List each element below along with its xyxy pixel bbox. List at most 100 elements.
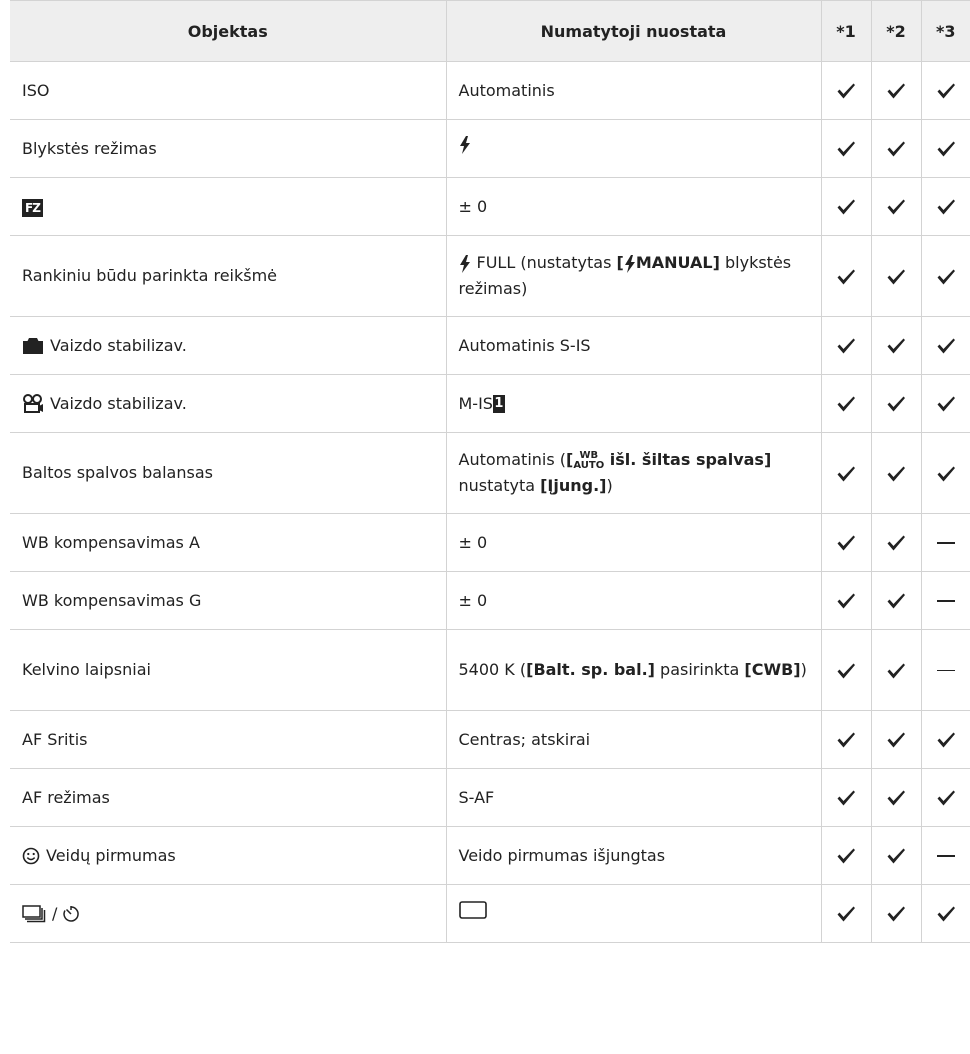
mark-cell — [820, 61, 871, 120]
item-cell: Kelvino laipsniai — [10, 629, 446, 711]
mark-cell — [920, 710, 970, 769]
mark-cell — [870, 826, 921, 885]
item-cell: Baltos spalvos balansas — [10, 432, 446, 514]
mark-cell — [820, 119, 871, 178]
check-icon — [837, 848, 855, 864]
default-bold: [Įjung.] — [540, 476, 607, 495]
check-icon — [837, 732, 855, 748]
header-col2: *2 — [870, 0, 921, 62]
flash-icon — [459, 135, 470, 154]
default-bold: MANUAL] — [635, 253, 720, 272]
single-frame-icon — [458, 900, 487, 919]
default-cell: M-IS1 — [445, 374, 821, 433]
default-text: Automatinis ( — [458, 450, 567, 469]
table-row: FZ ± 0 — [10, 177, 970, 236]
default-cell: Automatinis ([WB AUTO išl. šiltas spalvas… — [445, 432, 821, 514]
table-row: ISO Automatinis — [10, 61, 970, 120]
item-cell: / — [10, 884, 446, 943]
default-cell: Centras; atskirai — [445, 710, 821, 769]
check-icon — [837, 269, 855, 284]
mark-cell — [870, 235, 921, 317]
movie-icon — [23, 394, 43, 413]
mark-cell — [870, 177, 921, 236]
check-icon — [887, 338, 905, 354]
mark-cell — [870, 513, 921, 572]
check-icon — [837, 338, 855, 354]
mark-cell — [920, 316, 970, 375]
camera-icon — [23, 338, 43, 354]
item-cell: FZ — [10, 177, 446, 236]
default-cell: ± 0 — [445, 177, 821, 236]
table-row: Vaizdo stabilizav. Automatinis S-IS — [10, 316, 970, 375]
mark-cell — [870, 61, 921, 120]
check-icon — [887, 535, 905, 551]
check-icon — [887, 848, 905, 864]
check-icon — [887, 396, 905, 412]
check-icon — [937, 466, 955, 481]
mark-cell — [870, 571, 921, 630]
mark-cell — [920, 826, 970, 885]
mark-cell — [920, 768, 970, 827]
check-icon — [837, 466, 855, 481]
dash-icon — [936, 600, 955, 602]
item-cell: WB kompensavimas G — [10, 571, 446, 630]
item-cell: Vaizdo stabilizav. — [10, 374, 446, 433]
check-icon — [837, 396, 855, 412]
default-text: FULL (nustatytas — [476, 253, 617, 272]
item-cell: AF režimas — [10, 768, 446, 827]
check-icon — [937, 732, 955, 748]
mark-cell — [920, 432, 970, 514]
header-col3: *3 — [920, 0, 970, 62]
default-cell: Automatinis S-IS — [445, 316, 821, 375]
mark-cell — [870, 316, 921, 375]
table-row: WB kompensavimas A ± 0 — [10, 513, 970, 572]
item-cell: Veidų pirmumas — [10, 826, 446, 885]
item-cell: Vaizdo stabilizav. — [10, 316, 446, 375]
mark-cell — [820, 826, 871, 885]
default-bold: [ — [616, 253, 624, 272]
mark-cell — [920, 629, 970, 711]
item-label: Vaizdo stabilizav. — [50, 335, 187, 355]
default-cell — [445, 884, 821, 943]
check-icon — [887, 732, 905, 748]
default-cell: Veido pirmumas išjungtas — [445, 826, 821, 885]
default-cell: ± 0 — [445, 513, 821, 572]
check-icon — [837, 535, 855, 551]
item-label: Veidų pirmumas — [46, 845, 176, 865]
mark-cell — [870, 710, 921, 769]
check-icon — [937, 199, 955, 215]
wb-icon-bottom: AUTO — [573, 459, 605, 471]
flash-compensation-icon: FZ — [22, 198, 43, 217]
default-bold: išl. šiltas spalvas] — [604, 450, 772, 469]
default-text: 5400 K ( — [458, 660, 527, 679]
dash-icon — [936, 669, 955, 672]
mark-cell — [920, 513, 970, 572]
check-icon — [937, 141, 955, 157]
mark-cell — [870, 884, 921, 943]
check-icon — [937, 338, 955, 354]
check-icon — [887, 663, 905, 678]
mark-cell — [920, 884, 970, 943]
check-icon — [887, 593, 905, 609]
item-cell: AF Sritis — [10, 710, 446, 769]
header-row: Objektas Numatytoji nuostata *1 *2 *3 — [10, 0, 970, 62]
check-icon — [887, 83, 905, 99]
mark-cell — [820, 235, 871, 317]
mark-cell — [870, 119, 921, 178]
mark-cell — [820, 316, 871, 375]
check-icon — [887, 466, 905, 481]
mark-cell — [820, 513, 871, 572]
check-icon — [837, 906, 855, 922]
table-row: Baltos spalvos balansas Automatinis ([WB… — [10, 432, 970, 514]
flash-icon — [459, 254, 470, 273]
check-icon — [837, 790, 855, 806]
mark-cell — [820, 629, 871, 711]
mark-cell — [920, 61, 970, 120]
self-timer-icon — [63, 906, 80, 922]
dash-icon — [936, 855, 955, 857]
default-text: ) — [606, 476, 613, 495]
table-row: Veidų pirmumas Veido pirmumas išjungtas — [10, 826, 970, 885]
check-icon — [887, 199, 905, 215]
mark-cell — [870, 629, 921, 711]
default-cell: S-AF — [445, 768, 821, 827]
